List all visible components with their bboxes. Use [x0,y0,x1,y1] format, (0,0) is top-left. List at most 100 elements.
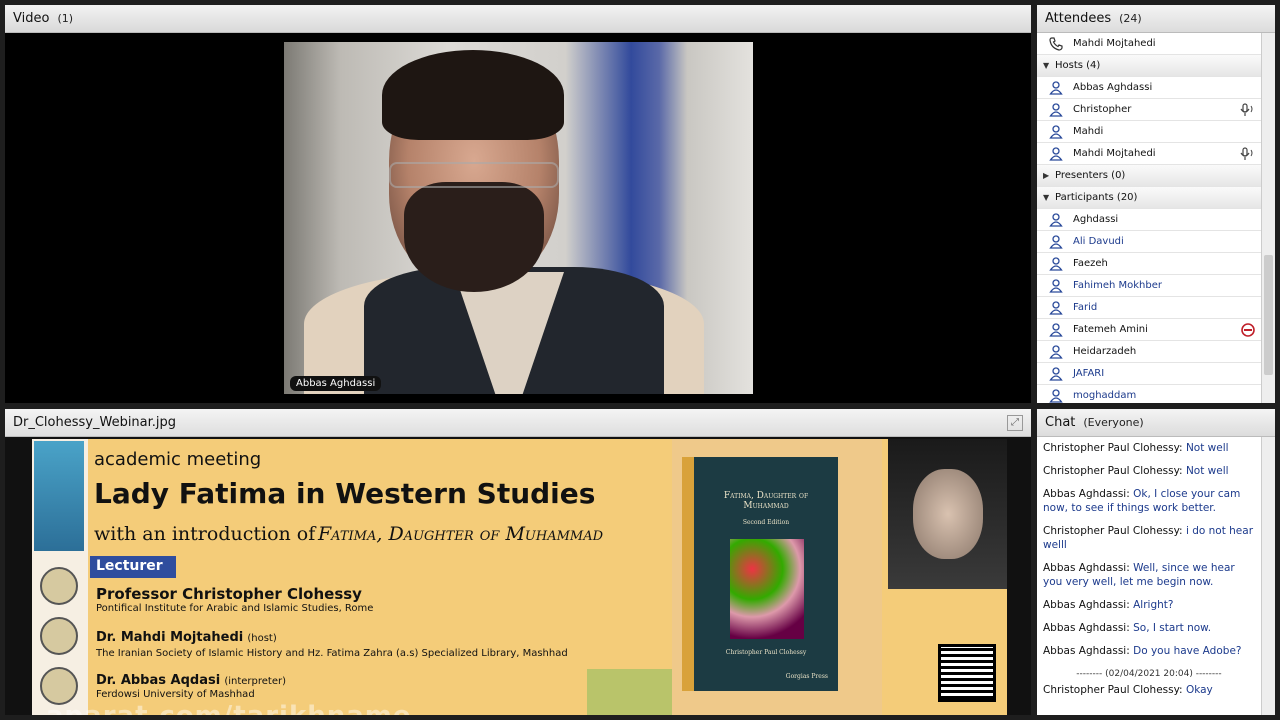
chat-timestamp-separator: -------- (02/04/2021 20:04) -------- [1076,669,1222,679]
chat-message: Abbas Aghdassi: So, I start now. [1043,621,1255,635]
chat-message: Abbas Aghdassi: Ok, I close your cam now… [1043,487,1255,515]
host-name: Christopher [1073,104,1132,115]
host-row[interactable]: Abbas Aghdassi [1037,77,1261,99]
slide-headline: Lady Fatima in Western Studies [94,477,596,510]
video-glasses-shape [389,162,559,188]
slide-book-title: Fatima, Daughter of Muhammad [318,523,604,545]
slide-p1-aff: Pontifical Institute for Arabic and Isla… [96,603,374,614]
fullscreen-icon[interactable]: ⤢ [1007,414,1023,431]
institute-logo [40,667,78,705]
video-count: (1) [57,12,74,25]
participant-row[interactable]: Ali Davudi [1037,231,1261,253]
share-pod: Dr_Clohessy_Webinar.jpg ⤢ academic meeti… [5,409,1031,715]
slide-p2-role: (host) [247,633,277,644]
chat-pod-header[interactable]: Chat (Everyone) [1037,409,1275,437]
triangle-down-icon: ▼ [1043,193,1050,202]
chat-message: Christopher Paul Clohessy: i do not hear… [1043,524,1255,552]
chat-scrollbar[interactable] [1261,437,1275,715]
chat-text: Not well [1185,442,1229,454]
microphone-icon [1239,103,1255,120]
host-row[interactable]: Christopher [1037,99,1261,121]
logo-strip [32,439,88,715]
participant-row[interactable]: moghaddam [1037,385,1261,403]
user-icon [1047,212,1065,227]
chat-message: Christopher Paul Clohessy: Okay [1043,683,1255,697]
host-name: Abbas Aghdassi [1073,82,1153,93]
chat-messages: Christopher Paul Clohessy: Not well Chris… [1037,437,1261,715]
chat-text: Alright? [1133,599,1174,611]
slide-p2-name: Dr. Mahdi Mojtahedi [96,630,244,645]
my-status-row[interactable]: Mahdi Mojtahedi [1037,33,1261,55]
chat-sender: Christopher Paul Clohessy: [1043,442,1183,454]
video-pod-header[interactable]: Video (1) [5,5,1031,33]
participant-row[interactable]: Fatemeh Amini [1037,319,1261,341]
host-row[interactable]: Mahdi Mojtahedi [1037,143,1261,165]
slide-intro: with an introduction of [94,523,316,545]
participant-row[interactable]: JAFARI [1037,363,1261,385]
participant-row[interactable]: Farid [1037,297,1261,319]
participant-name: Ali Davudi [1073,236,1124,247]
hosts-label: Hosts (4) [1055,60,1101,71]
participant-name: Farid [1073,302,1098,313]
attendees-pod: Attendees (24) Mahdi Mojtahedi ▼ Hosts (… [1037,5,1275,403]
user-icon [1047,102,1065,117]
host-row[interactable]: Mahdi [1037,121,1261,143]
chat-text: Not well [1185,465,1229,477]
participant-name: Fatemeh Amini [1073,324,1148,335]
chat-sender: Abbas Aghdassi: [1043,622,1130,634]
chat-message: Abbas Aghdassi: Alright? [1043,598,1255,612]
shared-slide-image: academic meeting Lady Fatima in Western … [32,439,1007,715]
video-hair-shape [382,50,564,140]
library-logo [34,441,84,551]
webcam-video[interactable]: Abbas Aghdassi [284,42,753,394]
chat-text: Okay [1185,684,1213,696]
slide-academic: academic meeting [94,449,262,470]
presenters-group-header[interactable]: ▶ Presenters (0) [1037,165,1261,187]
participants-list: Aghdassi Ali Davudi Faezeh Fahimeh Mokhber F… [1037,209,1261,403]
participant-row[interactable]: Faezeh [1037,253,1261,275]
hosts-group-header[interactable]: ▼ Hosts (4) [1037,55,1261,77]
scrollbar-thumb[interactable] [1264,255,1273,375]
participant-row[interactable]: Fahimeh Mokhber [1037,275,1261,297]
user-icon [1047,322,1065,337]
cover-author: Christopher Paul Clohessy [725,649,807,656]
cover-edition: Second Edition [742,519,790,526]
university-logo [40,617,78,655]
user-icon [1047,80,1065,95]
chat-message: Christopher Paul Clohessy: Not well [1043,464,1255,478]
user-icon [1047,344,1065,359]
participant-row[interactable]: Heidarzadeh [1037,341,1261,363]
slide-p3: Dr. Abbas Aqdasi (interpreter) [96,673,286,688]
chat-sender: Christopher Paul Clohessy: [1043,465,1183,477]
chat-text: So, I start now. [1133,622,1212,634]
hosts-list: Abbas Aghdassi Christopher Mahdi Mahdi Mojt… [1037,77,1261,165]
attendees-count: (24) [1119,12,1142,25]
slide-p3-aff: Ferdowsi University of Mashhad [96,689,255,700]
video-pod: Video (1) Abbas Aghdassi [5,5,1031,403]
participant-name: Fahimeh Mokhber [1073,280,1162,291]
slide-p3-role: (interpreter) [224,676,286,687]
decorative-shape [587,669,677,715]
host-name: Mahdi Mojtahedi [1073,148,1156,159]
attendees-pod-header[interactable]: Attendees (24) [1037,5,1275,33]
chat-sender: Abbas Aghdassi: [1043,599,1130,611]
user-icon [1047,234,1065,249]
microphone-icon [1239,147,1255,164]
participant-name: Aghdassi [1073,214,1119,225]
triangle-right-icon: ▶ [1043,171,1050,180]
slide-p2: Dr. Mahdi Mojtahedi (host) [96,630,277,645]
cover-publisher: Gorgias Press [785,673,828,680]
participants-group-header[interactable]: ▼ Participants (20) [1037,187,1261,209]
host-name: Mahdi [1073,126,1104,137]
attendee-list: Mahdi Mojtahedi ▼ Hosts (4) Abbas Aghdas… [1037,33,1261,403]
watermark: aparat.com/tarikhname [46,701,412,715]
share-pod-header[interactable]: Dr_Clohessy_Webinar.jpg ⤢ [5,409,1031,437]
attendees-scrollbar[interactable] [1261,33,1275,403]
share-title: Dr_Clohessy_Webinar.jpg [13,415,177,430]
chat-title: Chat [1045,415,1076,430]
video-pod-title: Video [13,11,50,26]
participant-name: JAFARI [1073,368,1105,379]
cover-title: Fatima, Daughter of Muhammad [723,491,809,511]
chat-sender: Abbas Aghdassi: [1043,562,1130,574]
participant-row[interactable]: Aghdassi [1037,209,1261,231]
